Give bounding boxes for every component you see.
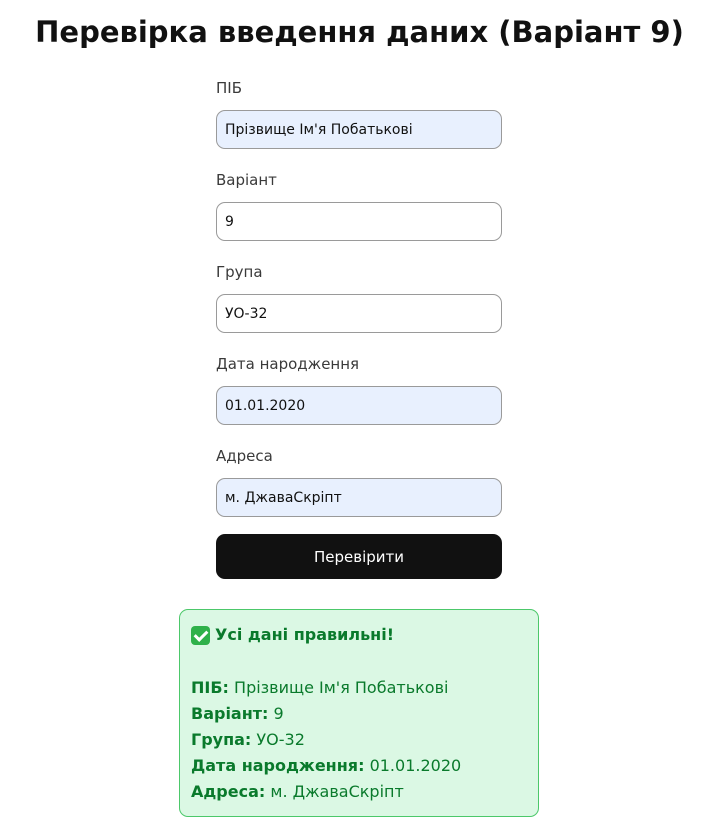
result-value-variant: 9 bbox=[273, 704, 284, 723]
check-button[interactable]: Перевірити bbox=[216, 534, 502, 579]
result-value-address: м. ДжаваСкріпт bbox=[270, 782, 404, 801]
result-lines: ПІБ: Прізвище Ім'я Побатькові Варіант: 9… bbox=[191, 675, 461, 805]
result-key-address: Адреса: bbox=[191, 782, 266, 801]
field-pib: ПІБ bbox=[216, 78, 502, 170]
field-label-pib: ПІБ bbox=[216, 79, 242, 97]
field-address: Адреса bbox=[216, 446, 502, 538]
field-label-variant: Варіант bbox=[216, 171, 277, 189]
field-variant: Варіант bbox=[216, 170, 502, 262]
field-label-birthdate: Дата народження bbox=[216, 355, 360, 373]
result-line-birthdate: Дата народження: 01.01.2020 bbox=[191, 753, 461, 779]
field-label-address: Адреса bbox=[216, 447, 273, 465]
address-input[interactable] bbox=[216, 478, 502, 517]
result-line-address: Адреса: м. ДжаваСкріпт bbox=[191, 779, 461, 805]
pib-input[interactable] bbox=[216, 110, 502, 149]
result-value-group: УО-32 bbox=[256, 730, 305, 749]
field-group: Група bbox=[216, 262, 502, 354]
page-title: Перевірка введення даних (Варіант 9) bbox=[35, 15, 684, 49]
result-key-variant: Варіант: bbox=[191, 704, 269, 723]
result-line-variant: Варіант: 9 bbox=[191, 701, 461, 727]
result-box: Усі дані правильні! ПІБ: Прізвище Ім'я П… bbox=[179, 609, 539, 817]
data-form: ПІБ Варіант Група Дата народження Адреса bbox=[216, 78, 502, 538]
variant-input[interactable] bbox=[216, 202, 502, 241]
field-label-group: Група bbox=[216, 263, 263, 281]
result-heading: Усі дані правильні! bbox=[191, 624, 394, 646]
result-key-birthdate: Дата народження: bbox=[191, 756, 365, 775]
result-value-birthdate: 01.01.2020 bbox=[369, 756, 462, 775]
result-line-pib: ПІБ: Прізвище Ім'я Побатькові bbox=[191, 675, 461, 701]
result-key-group: Група: bbox=[191, 730, 252, 749]
birthdate-input[interactable] bbox=[216, 386, 502, 425]
result-heading-text: Усі дані правильні! bbox=[215, 625, 395, 644]
field-birthdate: Дата народження bbox=[216, 354, 502, 446]
check-mark-icon bbox=[191, 625, 210, 645]
result-value-pib: Прізвище Ім'я Побатькові bbox=[234, 678, 449, 697]
result-line-group: Група: УО-32 bbox=[191, 727, 461, 753]
group-input[interactable] bbox=[216, 294, 502, 333]
result-key-pib: ПІБ: bbox=[191, 678, 229, 697]
